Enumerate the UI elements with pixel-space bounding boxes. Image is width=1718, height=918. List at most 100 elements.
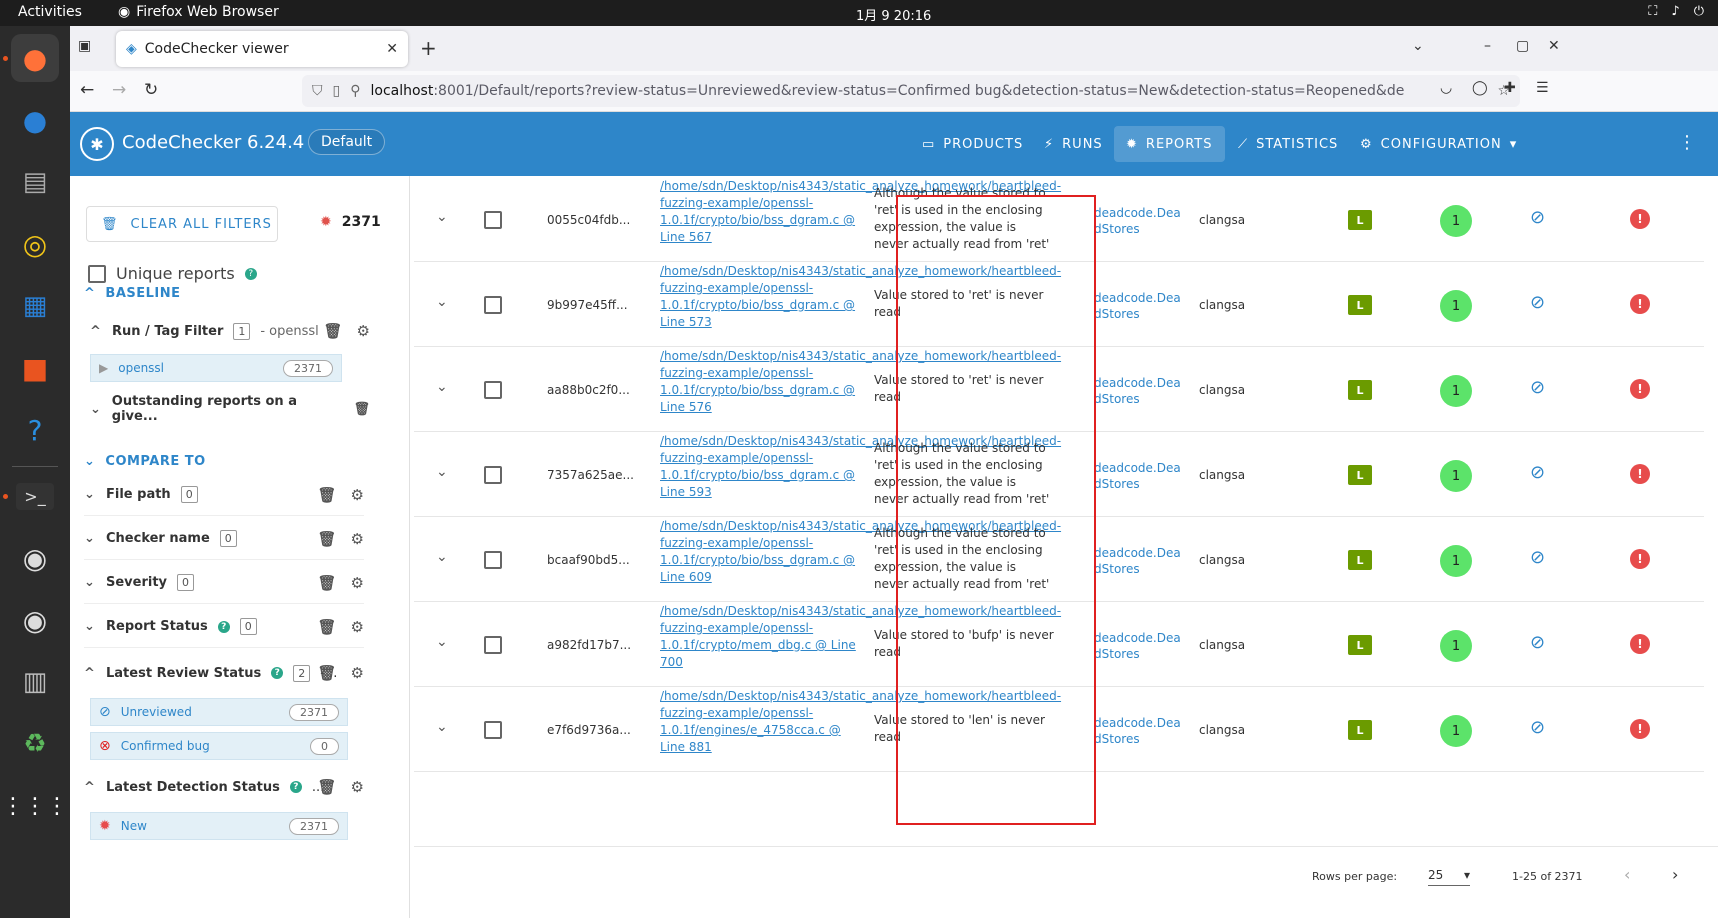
row-checkbox[interactable]	[484, 466, 502, 484]
forward-icon[interactable]: →	[112, 80, 126, 100]
table-row[interactable]: ⌄ a982fd17b7... /home/sdn/Desktop/nis434…	[414, 602, 1704, 687]
hamburger-menu-icon[interactable]: ☰	[1536, 80, 1549, 96]
file-path-filter[interactable]: ⌄ File path 0 🗑 ⚙	[84, 474, 364, 516]
clock[interactable]: 1月 9 20:16	[856, 5, 931, 24]
expand-row-icon[interactable]: ⌄	[436, 719, 448, 735]
table-row[interactable]: ⌄ 9b997e45ff... /home/sdn/Desktop/nis434…	[414, 262, 1704, 347]
row-checkbox[interactable]	[484, 636, 502, 654]
file-path-link[interactable]: /home/sdn/Desktop/nis4343/static_analyze…	[660, 348, 1061, 416]
menu-runs[interactable]: ⚡ RUNS	[1032, 126, 1115, 162]
review-status-eye-off-icon[interactable]: ⊘	[1530, 207, 1545, 228]
gear-icon[interactable]: ⚙	[351, 618, 364, 636]
drive-dock-icon[interactable]: ▥	[11, 658, 59, 706]
pocket-icon[interactable]: ◡	[1440, 80, 1452, 96]
latest-review-status-filter[interactable]: ^ Latest Review Status ? 2 -... 🗑 ⚙	[84, 652, 364, 694]
review-chip-unreviewed[interactable]: ⊘ Unreviewed 2371	[90, 698, 348, 726]
activities-button[interactable]: Activities	[18, 4, 82, 20]
row-checkbox[interactable]	[484, 296, 502, 314]
help-icon[interactable]: ?	[271, 667, 284, 679]
software-dock-icon[interactable]: ■	[11, 344, 59, 392]
trash-icon[interactable]: 🗑	[318, 778, 337, 796]
clear-all-filters-button[interactable]: 🗑 CLEAR ALL FILTERS	[86, 206, 278, 242]
trash-icon[interactable]: 🗑	[318, 486, 337, 504]
product-badge[interactable]: Default	[308, 129, 386, 155]
file-path-link[interactable]: /home/sdn/Desktop/nis4343/static_analyze…	[660, 518, 1061, 586]
menu-configuration[interactable]: ⚙ CONFIGURATION ▾	[1348, 126, 1529, 162]
help-icon[interactable]: ?	[289, 781, 302, 793]
more-vert-icon[interactable]: ⋮	[1678, 132, 1696, 153]
trash-icon[interactable]: 🗑	[324, 322, 343, 340]
close-tab-icon[interactable]: ✕	[386, 41, 398, 57]
list-tabs-icon[interactable]: ⌄	[1412, 38, 1424, 54]
review-status-eye-off-icon[interactable]: ⊘	[1530, 717, 1545, 738]
review-chip-confirmed-bug[interactable]: ⊗ Confirmed bug 0	[90, 732, 348, 760]
run-tag-filter[interactable]: ^ Run / Tag Filter 1 - openssl 🗑 ⚙	[90, 310, 370, 352]
trash-icon[interactable]: 🗑	[318, 530, 337, 548]
account-icon[interactable]: ◯	[1472, 80, 1488, 96]
review-status-eye-off-icon[interactable]: ⊘	[1530, 377, 1545, 398]
rows-per-page-select[interactable]: 25 ▾	[1428, 868, 1470, 886]
gear-icon[interactable]: ⚙	[351, 664, 364, 682]
thunderbird-dock-icon[interactable]: ●	[11, 96, 59, 144]
expand-row-icon[interactable]: ⌄	[436, 549, 448, 565]
file-path-link[interactable]: /home/sdn/Desktop/nis4343/static_analyze…	[660, 263, 1061, 331]
baseline-section[interactable]: ^ BASELINE	[84, 286, 181, 301]
help-icon[interactable]: ?	[217, 620, 230, 633]
file-path-link[interactable]: /home/sdn/Desktop/nis4343/static_analyze…	[660, 433, 1061, 501]
firefox-dock-icon[interactable]: ●	[11, 34, 59, 82]
back-icon[interactable]: ←	[80, 80, 94, 100]
app-brand[interactable]: CodeChecker 6.24.4	[122, 132, 304, 153]
review-status-eye-off-icon[interactable]: ⊘	[1530, 632, 1545, 653]
permissions-icon[interactable]: ⚲	[350, 83, 360, 99]
reload-icon[interactable]: ↻	[144, 80, 158, 100]
review-status-eye-off-icon[interactable]: ⊘	[1530, 462, 1545, 483]
disc2-dock-icon[interactable]: ◉	[11, 596, 59, 644]
trash-dock-icon[interactable]: ♻	[11, 720, 59, 768]
close-window-icon[interactable]: ✕	[1548, 38, 1560, 54]
compare-to-section[interactable]: ⌄ COMPARE TO	[84, 454, 206, 469]
latest-detection-status-filter[interactable]: ^ Latest Detection Status ? ... 🗑 ⚙	[84, 766, 364, 808]
prev-page-icon[interactable]: ‹	[1624, 865, 1630, 884]
run-chip-openssl[interactable]: ▶ openssl 2371	[90, 354, 342, 382]
file-path-link[interactable]: /home/sdn/Desktop/nis4343/static_analyze…	[660, 688, 1061, 756]
table-row[interactable]: ⌄ aa88b0c2f0... /home/sdn/Desktop/nis434…	[414, 347, 1704, 432]
writer-dock-icon[interactable]: ▦	[11, 282, 59, 330]
checker-name-link[interactable]: deadcode.DeadStores	[1094, 460, 1184, 492]
review-status-eye-off-icon[interactable]: ⊘	[1530, 547, 1545, 568]
disc-dock-icon[interactable]: ◉	[11, 534, 59, 582]
codechecker-logo-icon[interactable]: ✱	[80, 127, 114, 161]
gear-icon[interactable]: ⚙	[351, 486, 364, 504]
checker-name-link[interactable]: deadcode.DeadStores	[1094, 205, 1184, 237]
show-apps-icon[interactable]: ⋮⋮⋮	[2, 782, 68, 830]
shield-icon[interactable]: ⛉	[312, 83, 323, 99]
severity-filter[interactable]: ⌄ Severity 0 🗑 ⚙	[84, 562, 364, 604]
checker-name-link[interactable]: deadcode.DeadStores	[1094, 630, 1184, 662]
extensions-icon[interactable]: ✚	[1504, 80, 1516, 96]
gear-icon[interactable]: ⚙	[351, 530, 364, 548]
checker-name-link[interactable]: deadcode.DeadStores	[1094, 290, 1184, 322]
table-row[interactable]: ⌄ 7357a625ae... /home/sdn/Desktop/nis434…	[414, 432, 1704, 517]
gear-icon[interactable]: ⚙	[351, 574, 364, 592]
checker-name-filter[interactable]: ⌄ Checker name 0 🗑 ⚙	[84, 518, 364, 560]
gear-icon[interactable]: ⚙	[357, 322, 370, 340]
trash-icon[interactable]: 🗑	[318, 574, 337, 592]
help-dock-icon[interactable]: ?	[11, 406, 59, 454]
system-tray[interactable]: ⛶ ♪ ⏻	[1648, 4, 1704, 19]
trash-icon[interactable]: 🗑	[353, 402, 370, 417]
report-status-filter[interactable]: ⌄ Report Status ? 0 🗑 ⚙	[84, 606, 364, 648]
maximize-icon[interactable]: ▢	[1516, 38, 1529, 54]
table-row[interactable]: ⌄ bcaaf90bd5... /home/sdn/Desktop/nis434…	[414, 517, 1704, 602]
new-tab-icon[interactable]: +	[420, 36, 437, 60]
menu-reports[interactable]: ✹ REPORTS	[1114, 126, 1225, 162]
expand-row-icon[interactable]: ⌄	[436, 379, 448, 395]
rhythmbox-dock-icon[interactable]: ◎	[11, 220, 59, 268]
menu-statistics[interactable]: ⟋ STATISTICS	[1226, 126, 1350, 162]
checker-name-link[interactable]: deadcode.DeadStores	[1094, 375, 1184, 407]
row-checkbox[interactable]	[484, 211, 502, 229]
unique-reports-checkbox[interactable]	[88, 264, 106, 283]
detection-chip-new[interactable]: ✹ New 2371	[90, 812, 348, 840]
files-dock-icon[interactable]: ▤	[11, 158, 59, 206]
row-checkbox[interactable]	[484, 381, 502, 399]
row-checkbox[interactable]	[484, 721, 502, 739]
menu-products[interactable]: ▭ PRODUCTS	[910, 126, 1035, 162]
